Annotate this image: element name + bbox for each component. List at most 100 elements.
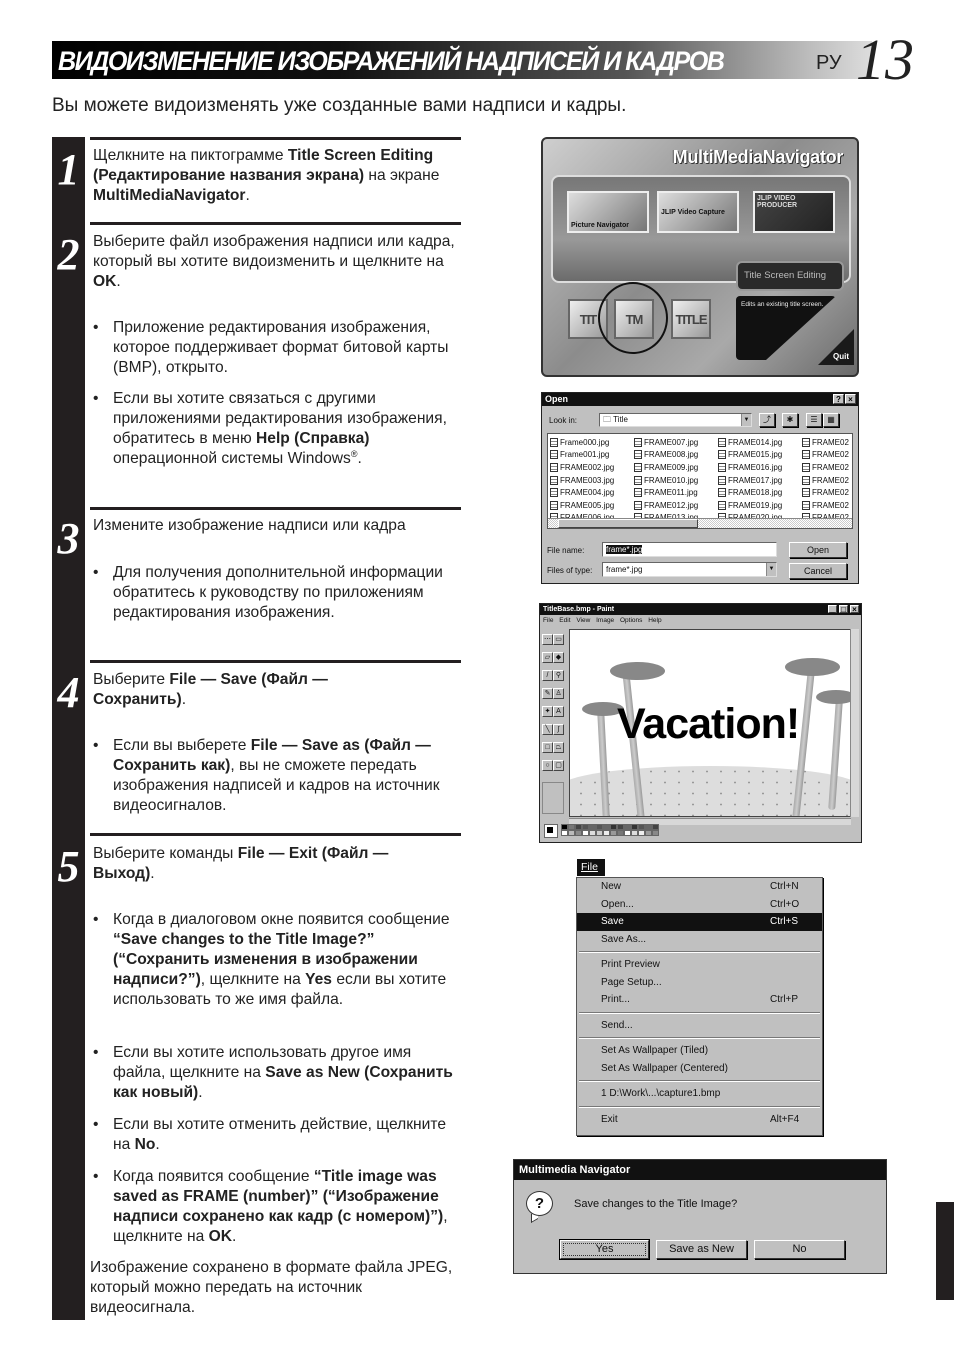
menu-item-print-preview[interactable]: Print Preview — [577, 956, 822, 974]
color-swatch[interactable] — [589, 830, 596, 836]
menu-item-new[interactable]: New Ctrl+N — [577, 878, 822, 896]
color-swatch[interactable] — [624, 830, 631, 836]
file-item[interactable]: FRAME005.jpg — [550, 499, 634, 512]
file-item[interactable]: FRAME019.jpg — [718, 499, 802, 512]
file-name-input[interactable]: frame*.jpg — [602, 542, 777, 557]
menu-item-save[interactable]: Save Ctrl+S — [577, 913, 822, 931]
file-item[interactable]: Frame001.jpg — [550, 449, 634, 462]
close-button[interactable]: × — [850, 605, 859, 614]
file-item[interactable]: FRAME02 — [802, 486, 852, 499]
menu-edit[interactable]: Edit — [559, 617, 570, 624]
menu-item-page-setup[interactable]: Page Setup... — [577, 974, 822, 992]
file-item[interactable]: FRAME003.jpg — [550, 474, 634, 487]
color-swatch[interactable] — [638, 830, 645, 836]
menu-item-send[interactable]: Send... — [577, 1017, 822, 1035]
menu-item-exit[interactable]: Exit Alt+F4 — [577, 1111, 822, 1129]
menu-item-open[interactable]: Open... Ctrl+O — [577, 896, 822, 914]
scrollbar-thumb[interactable] — [558, 519, 698, 528]
quit-button[interactable]: Quit — [818, 329, 854, 365]
file-item[interactable]: FRAME02 — [802, 499, 852, 512]
help-button[interactable]: ? — [833, 394, 844, 404]
menu-item-save-as[interactable]: Save As... — [577, 931, 822, 949]
color-swatch[interactable] — [568, 830, 575, 836]
color-swatch[interactable] — [561, 830, 568, 836]
line-icon[interactable]: ╲ — [542, 724, 553, 735]
file-item[interactable]: FRAME02 — [802, 436, 852, 449]
file-list[interactable]: Frame000.jpg Frame001.jpg FRAME002.jpg FRAM… — [547, 433, 853, 529]
look-in-select[interactable]: 🗀 Title ▼ — [599, 413, 752, 427]
file-item[interactable]: FRAME02 — [802, 449, 852, 462]
file-item[interactable]: FRAME02 — [802, 474, 852, 487]
title-view-icon[interactable]: TITLE — [671, 299, 711, 339]
magnifier-icon[interactable]: ⚲ — [553, 670, 564, 681]
video-producer-button[interactable]: JLIP VIDEO PRODUCER — [753, 191, 835, 233]
color-swatch[interactable] — [617, 830, 624, 836]
rounded-rect-icon[interactable]: ▢ — [553, 760, 564, 771]
color-swatch[interactable] — [631, 830, 638, 836]
color-swatch[interactable] — [575, 830, 582, 836]
eraser-icon[interactable]: ▱ — [542, 652, 553, 663]
file-type-select[interactable]: frame*.jpg ▼ — [602, 562, 777, 577]
minimize-button[interactable]: _ — [828, 605, 837, 614]
no-button[interactable]: No — [754, 1240, 845, 1259]
menu-item-set-as-wallpaper-tiled[interactable]: Set As Wallpaper (Tiled) — [577, 1042, 822, 1060]
airbrush-icon[interactable]: ✦ — [542, 706, 553, 717]
file-item[interactable]: FRAME004.jpg — [550, 486, 634, 499]
fill-icon[interactable]: ◆ — [553, 652, 564, 663]
color-swatch[interactable] — [582, 830, 589, 836]
file-item[interactable]: FRAME007.jpg — [634, 436, 718, 449]
file-item[interactable]: FRAME02 — [802, 461, 852, 474]
rectangle-icon[interactable]: □ — [542, 742, 553, 753]
polygon-icon[interactable]: ⏢ — [553, 742, 564, 753]
video-capture-button[interactable]: JLIP Video Capture — [657, 191, 739, 233]
menu-help[interactable]: Help — [648, 617, 661, 624]
file-item[interactable]: FRAME016.jpg — [718, 461, 802, 474]
file-item[interactable]: FRAME008.jpg — [634, 449, 718, 462]
file-item[interactable]: FRAME002.jpg — [550, 461, 634, 474]
file-item[interactable]: FRAME012.jpg — [634, 499, 718, 512]
file-item[interactable]: FRAME010.jpg — [634, 474, 718, 487]
paint-canvas[interactable]: Vacation! — [569, 629, 851, 817]
menu-item-print[interactable]: Print... Ctrl+P — [577, 991, 822, 1009]
maximize-button[interactable]: □ — [839, 605, 848, 614]
list-view-button[interactable]: ☰ — [806, 413, 822, 427]
file-item[interactable]: FRAME015.jpg — [718, 449, 802, 462]
save-as-new-button[interactable]: Save as New — [656, 1240, 747, 1259]
vertical-scrollbar[interactable] — [850, 629, 859, 817]
horizontal-scrollbar[interactable] — [548, 518, 852, 528]
file-item[interactable]: FRAME018.jpg — [718, 486, 802, 499]
color-swatch[interactable] — [652, 830, 659, 836]
file-item[interactable]: FRAME011.jpg — [634, 486, 718, 499]
text-icon[interactable]: A — [553, 706, 564, 717]
menu-item-1-d-work-capture1-bmp[interactable]: 1 D:\Work\...\capture1.bmp — [577, 1085, 822, 1103]
picker-icon[interactable]: / — [542, 670, 553, 681]
file-item[interactable]: Frame000.jpg — [550, 436, 634, 449]
rect-select-icon[interactable]: ▭ — [553, 634, 564, 645]
new-folder-button[interactable]: ✱ — [782, 413, 798, 427]
free-select-icon[interactable]: ⋯ — [542, 634, 553, 645]
color-swatch[interactable] — [645, 830, 652, 836]
close-button[interactable]: × — [845, 394, 856, 404]
curve-icon[interactable]: ∫ — [553, 724, 564, 735]
color-swatch[interactable] — [603, 830, 610, 836]
details-view-button[interactable]: ▦ — [823, 413, 839, 427]
pencil-icon[interactable]: ✎ — [542, 688, 553, 699]
color-swatch[interactable] — [596, 830, 603, 836]
menu-image[interactable]: Image — [596, 617, 614, 624]
menu-view[interactable]: View — [576, 617, 590, 624]
ellipse-icon[interactable]: ○ — [542, 760, 553, 771]
file-menu-title[interactable]: File — [577, 859, 605, 876]
menu-options[interactable]: Options — [620, 617, 642, 624]
file-item[interactable]: FRAME014.jpg — [718, 436, 802, 449]
picture-navigator-button[interactable]: Picture Navigator — [567, 191, 649, 233]
file-item[interactable]: FRAME017.jpg — [718, 474, 802, 487]
brush-icon[interactable]: ♙ — [553, 688, 564, 699]
open-button[interactable]: Open — [789, 542, 847, 558]
menu-file[interactable]: File — [543, 617, 553, 624]
up-folder-button[interactable]: ⤴ — [759, 413, 775, 427]
color-swatch[interactable] — [610, 830, 617, 836]
cancel-button[interactable]: Cancel — [789, 563, 847, 579]
yes-button[interactable]: Yes — [560, 1240, 649, 1259]
file-item[interactable]: FRAME009.jpg — [634, 461, 718, 474]
menu-item-set-as-wallpaper-centered[interactable]: Set As Wallpaper (Centered) — [577, 1060, 822, 1078]
